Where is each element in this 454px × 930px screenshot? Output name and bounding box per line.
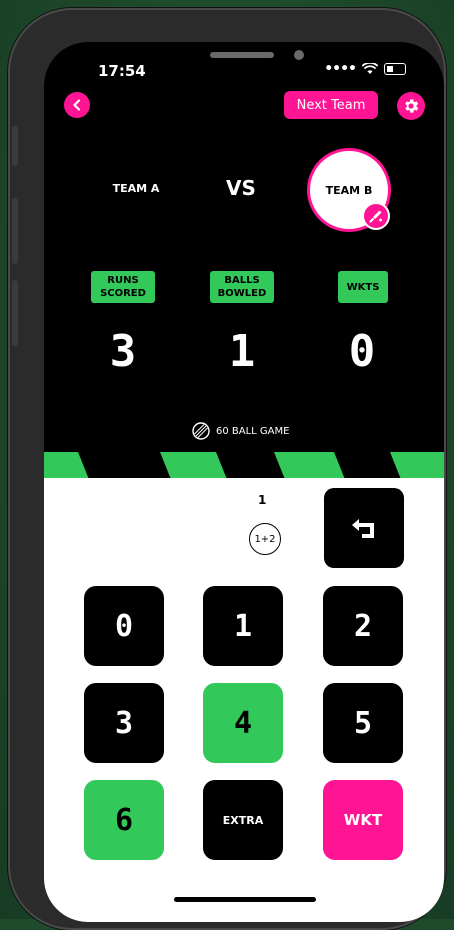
undo-icon xyxy=(352,519,374,538)
game-format-label: 60 BALL GAME xyxy=(216,425,290,437)
key-1[interactable]: 1 xyxy=(203,586,283,666)
game-format: 60 BALL GAME xyxy=(192,422,289,440)
versus-label: VS xyxy=(226,176,256,200)
ball-icon xyxy=(192,422,210,440)
wicket-button[interactable]: WKT xyxy=(323,780,403,860)
wickets-value: 0 xyxy=(348,326,376,377)
ball-outcome-chip: 1+2 xyxy=(249,523,281,555)
cricket-bat-badge xyxy=(362,202,390,230)
volume-down-button xyxy=(12,280,18,346)
key-5[interactable]: 5 xyxy=(323,683,403,763)
gear-icon xyxy=(405,99,419,113)
status-time: 17:54 xyxy=(98,62,146,80)
extra-button[interactable]: EXTRA xyxy=(203,780,283,860)
app-screen: 17:54 •••• Next Team TEAM A VS TEAM B RU… xyxy=(44,42,444,922)
runs-scored-label: RUNS SCORED xyxy=(91,271,155,303)
balls-bowled-label: BALLS BOWLED xyxy=(210,271,274,303)
key-0[interactable]: 0 xyxy=(84,586,164,666)
team-a-label: TEAM A xyxy=(112,182,160,195)
undo-button[interactable] xyxy=(324,488,404,568)
settings-button[interactable] xyxy=(397,92,425,120)
current-ball-number: 1 xyxy=(258,493,267,507)
home-indicator[interactable] xyxy=(174,897,316,902)
chevron-left-icon xyxy=(73,99,81,111)
key-2[interactable]: 2 xyxy=(323,586,403,666)
balls-bowled-value: 1 xyxy=(228,326,256,377)
volume-up-button xyxy=(12,198,18,264)
next-team-button[interactable]: Next Team xyxy=(284,91,378,119)
key-6[interactable]: 6 xyxy=(84,780,164,860)
speaker-notch xyxy=(210,52,274,58)
ball-outcome-label: 1+2 xyxy=(254,533,276,545)
wickets-label: WKTS xyxy=(338,271,388,303)
mute-switch xyxy=(12,126,18,166)
wifi-icon xyxy=(362,63,378,74)
runs-scored-value: 3 xyxy=(109,326,137,377)
key-3[interactable]: 3 xyxy=(84,683,164,763)
battery-icon xyxy=(384,63,406,75)
signal-icon: •••• xyxy=(324,61,357,77)
status-icons: •••• xyxy=(324,61,406,77)
phone-frame: 17:54 •••• Next Team TEAM A VS TEAM B RU… xyxy=(8,8,446,930)
cricket-bat-icon xyxy=(369,210,382,223)
key-4[interactable]: 4 xyxy=(203,683,283,763)
front-camera xyxy=(294,50,304,60)
team-b-label: TEAM B xyxy=(325,183,373,197)
back-button[interactable] xyxy=(64,92,90,118)
